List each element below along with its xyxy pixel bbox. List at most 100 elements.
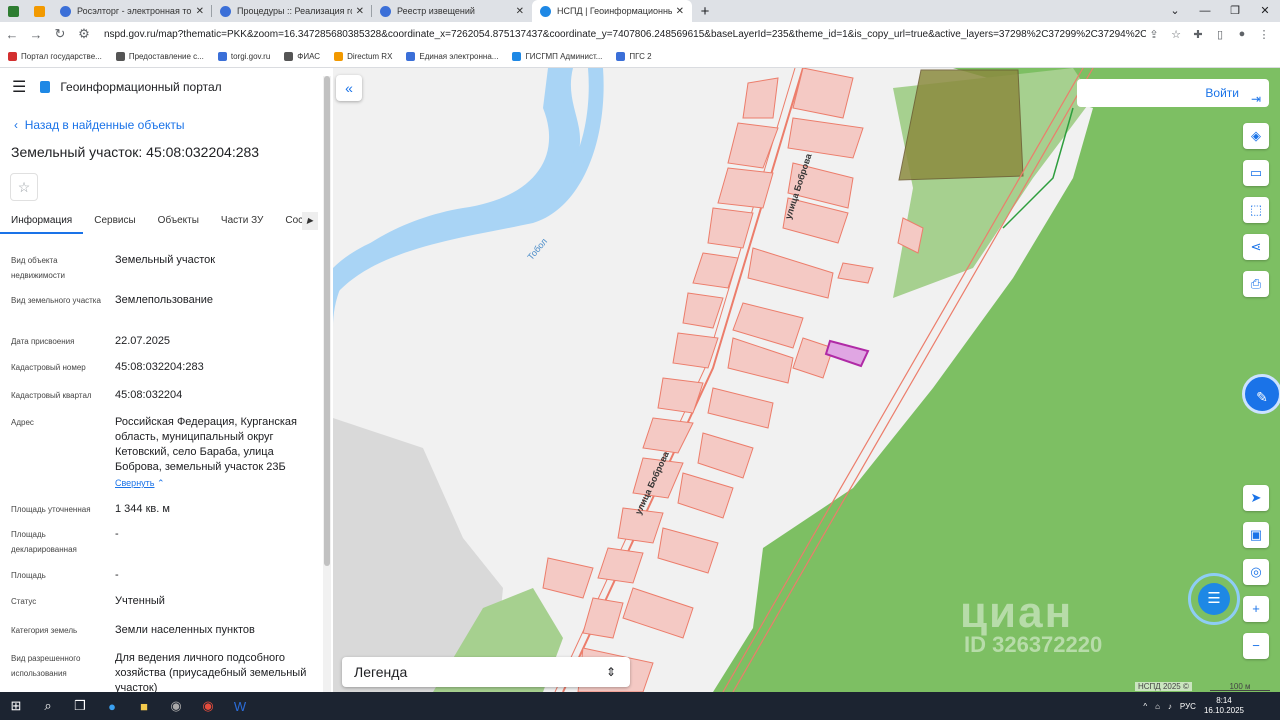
sidepanel-icon[interactable]: ▯ [1212, 28, 1228, 41]
print-button[interactable]: ⎙ [1243, 271, 1269, 297]
search-icon[interactable]: ⌕ [32, 692, 64, 720]
profile-icon[interactable]: ● [1234, 28, 1250, 41]
legend-dropdown[interactable]: Легенда ⇕ [342, 657, 630, 687]
map-attribution: НСПД 2025 © [1135, 682, 1192, 691]
bookmark-item[interactable]: Предоставление с... [115, 52, 204, 61]
windows-start-icon[interactable]: ⊞ [0, 692, 32, 720]
window-controls: ⌄ — ❐ ✕ [1160, 0, 1280, 22]
browser-tab[interactable]: Процедуры :: Реализация госим✕ [212, 0, 372, 22]
flag-icon [8, 52, 17, 61]
word-icon[interactable]: W [224, 692, 256, 720]
globe-icon [380, 5, 391, 17]
share-icon[interactable]: ⇪ [1146, 28, 1162, 41]
close-window-icon[interactable]: ✕ [1250, 0, 1280, 22]
globe-icon [512, 52, 522, 61]
close-icon[interactable]: ✕ [516, 6, 524, 17]
tab-search-icon[interactable]: ⌄ [1160, 0, 1190, 22]
language-indicator[interactable]: РУС [1180, 702, 1196, 711]
bookmark-icon [33, 5, 45, 17]
panel-scrollbar[interactable] [323, 76, 331, 692]
url-field[interactable]: nspd.gov.ru/map?thematic=PKK&zoom=16.347… [104, 29, 1146, 40]
task-view-icon[interactable]: ❒ [64, 692, 96, 720]
bookmark-item[interactable]: ФИАС [284, 52, 320, 61]
close-icon[interactable]: ✕ [676, 6, 684, 17]
edge-icon[interactable]: ● [96, 692, 128, 720]
locate-button[interactable]: ➤ [1243, 485, 1269, 511]
bookmark-item[interactable]: torgi.gov.ru [217, 52, 270, 61]
plus-icon: + [1252, 601, 1260, 616]
menu-icon[interactable]: ⋮ [1256, 28, 1272, 41]
favorite-star-button[interactable]: ☆ [10, 173, 38, 201]
browser-tab[interactable]: Реестр извещений ✕ [372, 0, 532, 22]
collapse-link[interactable]: Свернуть [115, 478, 154, 488]
watermark-id: ID 326372220 [964, 632, 1103, 657]
network-icon[interactable]: ⌂ [1155, 702, 1160, 711]
tab-information[interactable]: Информация [0, 210, 84, 234]
volume-icon[interactable]: ♪ [1168, 702, 1172, 711]
area-select-icon: ⬚ [1249, 202, 1263, 217]
navigation-arrow-icon: ➤ [1250, 490, 1262, 505]
bookmark-item[interactable]: Directum RX [334, 52, 392, 61]
watermark-text: циан [960, 588, 1074, 637]
close-icon[interactable]: ✕ [356, 6, 364, 17]
bookmark-item[interactable]: Портал государстве... [8, 52, 102, 61]
chat-button[interactable]: ☰ [1188, 573, 1240, 625]
tray-chevron-icon[interactable]: ^ [1143, 702, 1147, 711]
extensions-icon[interactable]: ✚ [1190, 28, 1206, 41]
portal-logo-icon [40, 81, 51, 93]
assistant-button[interactable]: ✎ [1242, 374, 1280, 414]
bookmark-item[interactable]: ПГС 2 [616, 52, 652, 61]
reload-icon[interactable]: ↻ [48, 26, 72, 42]
browser-tab-strip: Росэлторг - электронная торгов✕ Процедур… [0, 0, 1280, 22]
minimize-icon[interactable]: — [1190, 0, 1220, 22]
layers-button[interactable]: ◈ [1243, 123, 1269, 149]
geolocation-icon: ◎ [1250, 564, 1262, 579]
back-arrow-icon[interactable]: ← [0, 27, 24, 42]
folder-icon[interactable]: ■ [128, 692, 160, 720]
zoom-out-button[interactable]: − [1243, 633, 1269, 659]
forward-arrow-icon[interactable]: → [24, 27, 48, 42]
chrome-icon[interactable]: ◉ [192, 692, 224, 720]
tabs-scroll-right-icon[interactable]: ▶ [302, 212, 318, 230]
app-icon[interactable]: ◉ [160, 692, 192, 720]
collapse-panel-button[interactable]: « [336, 75, 362, 101]
measure-button[interactable]: ▭ [1243, 160, 1269, 186]
clock[interactable]: 8:14 16.10.2025 [1204, 696, 1244, 716]
back-link[interactable]: ‹ Назад в найденные объекты [14, 118, 185, 132]
hamburger-menu-icon[interactable]: ☰ [12, 77, 26, 97]
dark-parcel [898, 69, 1024, 181]
pinned-tab-1[interactable] [0, 0, 26, 22]
tab-parts[interactable]: Части ЗУ [210, 210, 274, 234]
share-button[interactable]: ⋖ [1243, 234, 1269, 260]
assistant-icon: ✎ [1256, 389, 1268, 405]
close-icon[interactable]: ✕ [196, 6, 204, 17]
tab-services[interactable]: Сервисы [83, 210, 146, 234]
tab-objects[interactable]: Объекты [147, 210, 210, 234]
maximize-icon[interactable]: ❐ [1220, 0, 1250, 22]
chevron-left-icon: ‹ [14, 118, 22, 132]
share-icon: ⋖ [1250, 239, 1262, 254]
basemap-icon: ▣ [1249, 527, 1263, 542]
login-button[interactable]: Войти ⇥ [1077, 79, 1269, 107]
globe-icon [284, 52, 294, 61]
map-scale: 100 м [1210, 682, 1270, 691]
browser-tab-active[interactable]: НСПД | Геоинформационный п✕ [532, 0, 692, 22]
object-title: Земельный участок: 45:08:032204:283 [11, 144, 260, 160]
star-icon[interactable]: ☆ [1168, 28, 1184, 41]
zoom-in-button[interactable]: + [1243, 596, 1269, 622]
panel-header: ☰ Геоинформационный портал [0, 68, 333, 106]
site-info-icon[interactable]: ⚙ [72, 26, 96, 42]
select-area-button[interactable]: ⬚ [1243, 197, 1269, 223]
bookmark-item[interactable]: ГИСГМП Админист... [512, 52, 602, 61]
map-canvas[interactable]: Тобол улица Боброва улица Боброва [333, 68, 1280, 692]
bookmark-item[interactable]: Единая электронна... [406, 52, 498, 61]
basemap-button[interactable]: ▣ [1243, 522, 1269, 548]
geolocation-button[interactable]: ◎ [1243, 559, 1269, 585]
browser-tab[interactable]: Росэлторг - электронная торгов✕ [52, 0, 212, 22]
new-tab-button[interactable]: + [692, 0, 718, 22]
minus-icon: − [1252, 638, 1260, 653]
os-taskbar: ⊞ ⌕ ❒ ● ■ ◉ ◉ W ^ ⌂ ♪ РУС 8:14 16.10.2025 [0, 692, 1280, 720]
pinned-tab-2[interactable] [26, 0, 52, 22]
scrollbar-thumb[interactable] [324, 76, 330, 566]
globe-icon [115, 52, 125, 61]
